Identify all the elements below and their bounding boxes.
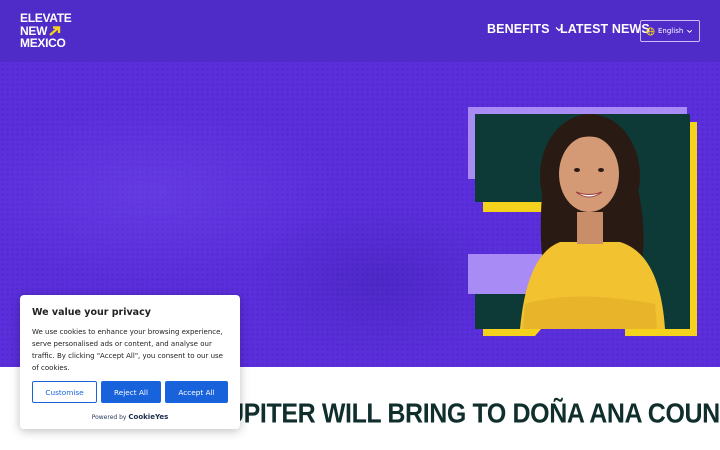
nav-item-benefits[interactable]: BENEFITS bbox=[487, 22, 563, 36]
chevron-down-icon bbox=[686, 29, 693, 34]
powered-by-label: Powered by bbox=[91, 414, 127, 421]
cookieyes-brand: CookieYes bbox=[128, 413, 169, 421]
cookie-consent-banner: We value your privacy We use cookies to … bbox=[20, 295, 240, 429]
hero-portrait-graphic bbox=[468, 107, 697, 336]
reject-all-button[interactable]: Reject All bbox=[101, 381, 161, 403]
nav-news-label: LATEST NEWS bbox=[560, 22, 650, 36]
nav-benefits-label: BENEFITS bbox=[487, 22, 550, 36]
customise-button[interactable]: Customise bbox=[32, 381, 97, 403]
nav-item-latest-news[interactable]: LATEST NEWS bbox=[560, 22, 650, 36]
logo-arrow-icon bbox=[49, 26, 61, 36]
cookie-title: We value your privacy bbox=[32, 307, 151, 318]
cookie-button-group: Customise Reject All Accept All bbox=[32, 381, 228, 403]
globe-icon bbox=[646, 26, 655, 36]
site-header: ELEVATE NEW MEXICO BENEFITS LATEST NEWS … bbox=[0, 0, 720, 62]
language-label: English bbox=[658, 27, 684, 35]
page-headline: UPITER WILL BRING TO DOÑA ANA COUNTY bbox=[226, 398, 720, 430]
logo-line-3: MEXICO bbox=[20, 36, 66, 50]
powered-by-cookieyes[interactable]: Powered by CookieYes bbox=[20, 413, 240, 421]
elevate-new-mexico-logo[interactable]: ELEVATE NEW MEXICO bbox=[20, 11, 72, 50]
language-selector[interactable]: English bbox=[640, 20, 700, 42]
accept-all-button[interactable]: Accept All bbox=[165, 381, 228, 403]
cookie-body: We use cookies to enhance your browsing … bbox=[32, 328, 223, 372]
logo-line-1: ELEVATE bbox=[20, 11, 72, 25]
